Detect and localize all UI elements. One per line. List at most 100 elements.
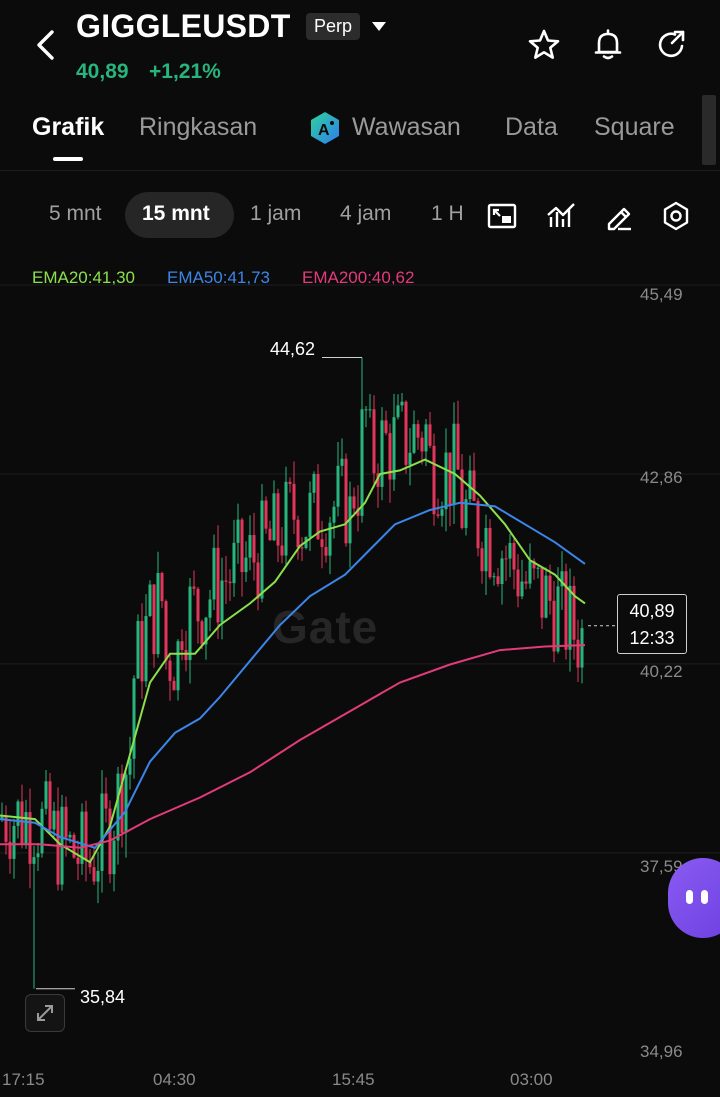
- tab-wawasan[interactable]: Wawasan: [352, 113, 461, 142]
- price-change: +1,21%: [149, 60, 221, 83]
- candle-body: [92, 867, 96, 882]
- candle-body: [316, 473, 320, 540]
- candle-body: [520, 581, 524, 597]
- candle-body: [100, 793, 104, 871]
- candle-body: [452, 423, 456, 506]
- expand-chart-button[interactable]: [25, 994, 65, 1032]
- candle-body: [220, 580, 224, 623]
- star-icon[interactable]: [527, 28, 561, 62]
- last-price-box[interactable]: 40,89 12:33: [617, 594, 687, 654]
- candle-countdown: 12:33: [629, 628, 675, 648]
- candle-body: [564, 571, 568, 650]
- candle-body: [44, 781, 48, 809]
- candle-body: [180, 641, 184, 650]
- candle-body: [412, 424, 416, 453]
- y-tick-label: 45,49: [640, 285, 683, 304]
- candle-body: [280, 545, 284, 556]
- candle-body: [116, 773, 120, 841]
- main-tabs: Grafik Ringkasan A Wawasan Data Square: [0, 95, 720, 171]
- settings-icon[interactable]: [660, 200, 692, 232]
- candle-body: [28, 812, 32, 864]
- timeframe-5m[interactable]: 5 mnt: [49, 202, 102, 226]
- candle-body: [476, 500, 480, 549]
- candle-body: [496, 576, 500, 585]
- candle-body: [284, 481, 288, 556]
- candle-body: [400, 401, 404, 406]
- candle-body: [48, 781, 52, 830]
- chart-layout-icon[interactable]: [486, 200, 518, 232]
- candle-body: [288, 481, 292, 484]
- last-price: 40,89: [76, 60, 129, 83]
- candle-body: [364, 409, 368, 411]
- expand-icon: [37, 1005, 53, 1021]
- candle-body: [232, 542, 236, 584]
- candle-body: [252, 535, 256, 563]
- candle-body: [372, 409, 376, 474]
- chevron-down-icon[interactable]: [372, 22, 386, 31]
- candle-body: [124, 774, 128, 833]
- back-arrow-icon[interactable]: [30, 28, 60, 62]
- bubble-eye: [686, 890, 693, 904]
- candle-body: [336, 465, 340, 507]
- candle-body: [64, 806, 68, 838]
- candle-body: [492, 576, 496, 578]
- candle-body: [52, 810, 56, 830]
- candle-body: [504, 558, 508, 560]
- candle-body: [396, 405, 400, 418]
- candle-body: [456, 423, 460, 470]
- candle-body: [424, 424, 428, 452]
- candle-body: [68, 834, 72, 838]
- timeframe-1h[interactable]: 1 jam: [250, 202, 301, 226]
- candle-body: [448, 452, 452, 506]
- candle-body: [156, 572, 160, 655]
- candle-body: [136, 621, 140, 679]
- y-tick-label: 40,22: [640, 662, 683, 681]
- ema200-line: [0, 644, 586, 849]
- candle-body: [332, 506, 336, 523]
- candle-body: [516, 569, 520, 597]
- tab-data[interactable]: Data: [505, 113, 558, 142]
- timeframe-15m[interactable]: 15 mnt: [142, 202, 210, 226]
- assistant-bubble[interactable]: [668, 858, 720, 938]
- candle-body: [272, 493, 276, 541]
- timeframe-4h[interactable]: 4 jam: [340, 202, 391, 226]
- ai-icon: A: [311, 112, 339, 144]
- candle-body: [168, 660, 172, 681]
- draw-icon[interactable]: [603, 200, 635, 232]
- candle-body: [556, 586, 560, 652]
- candle-body: [404, 401, 408, 465]
- bell-icon[interactable]: [591, 28, 625, 62]
- candle-body: [308, 492, 312, 538]
- header: GIGGLEUSDT Perp 40,89 +1,21%: [0, 0, 720, 95]
- indicator-icon[interactable]: [545, 200, 577, 232]
- symbol-title: GIGGLEUSDT: [76, 8, 291, 44]
- y-tick-label: 42,86: [640, 468, 683, 487]
- candle-body: [512, 542, 516, 570]
- candle-body: [580, 628, 584, 668]
- tab-scroll-indicator[interactable]: [702, 95, 716, 165]
- ema20-line: [0, 458, 586, 864]
- perp-badge[interactable]: Perp: [306, 13, 361, 40]
- tab-square[interactable]: Square: [594, 113, 675, 142]
- candlestick-chart[interactable]: [0, 262, 720, 1097]
- candle-body: [192, 586, 196, 589]
- candle-body: [436, 514, 440, 516]
- candle-body: [164, 601, 168, 661]
- candle-body: [36, 853, 40, 858]
- x-tick-label: 17:15: [2, 1070, 45, 1089]
- candle-body: [240, 519, 244, 573]
- candle-body: [524, 581, 528, 584]
- candle-body: [112, 840, 116, 875]
- share-icon[interactable]: [655, 28, 689, 62]
- candle-body: [480, 548, 484, 572]
- candle-body: [568, 585, 572, 650]
- candle-body: [324, 546, 328, 556]
- candle-body: [276, 493, 280, 546]
- timeframe-bar: 5 mnt 15 mnt 1 jam 4 jam 1 H: [0, 170, 720, 262]
- candle-body: [96, 870, 100, 882]
- tab-ringkasan[interactable]: Ringkasan: [139, 113, 257, 142]
- tab-grafik[interactable]: Grafik: [32, 113, 104, 142]
- timeframe-1d[interactable]: 1 H: [431, 202, 464, 226]
- x-tick-label: 04:30: [153, 1070, 196, 1089]
- candle-body: [236, 519, 240, 543]
